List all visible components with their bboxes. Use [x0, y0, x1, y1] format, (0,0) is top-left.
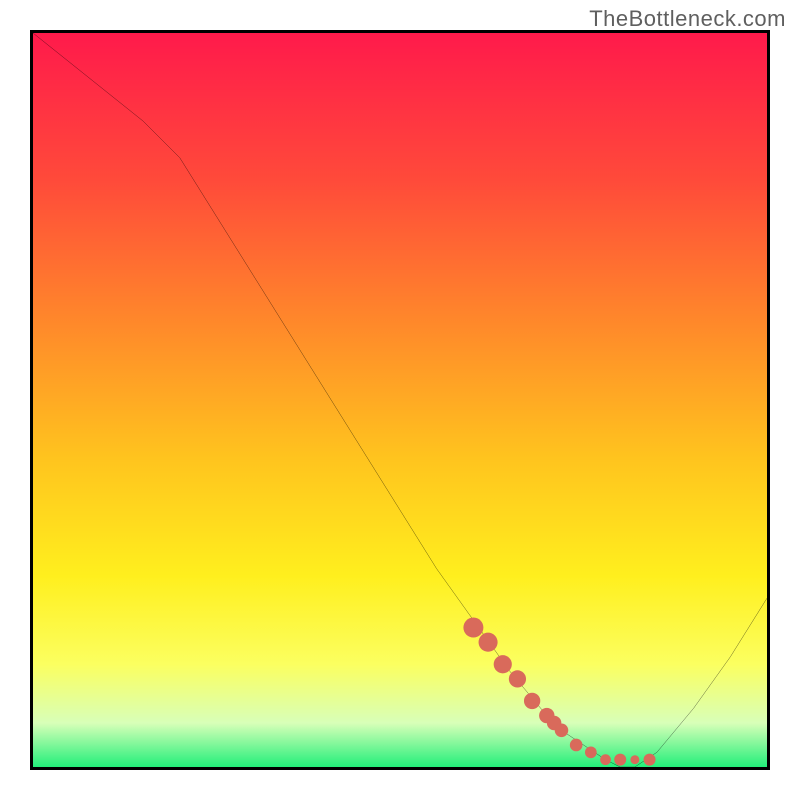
- plot-svg: [33, 33, 767, 767]
- marker-dot: [524, 693, 540, 709]
- marker-dot: [555, 724, 569, 738]
- marker-dot: [600, 754, 611, 765]
- watermark-text: TheBottleneck.com: [589, 6, 786, 32]
- marker-dot: [614, 754, 626, 766]
- plot-area: [30, 30, 770, 770]
- marker-dot: [630, 755, 639, 764]
- marker-dot: [644, 754, 656, 766]
- chart-frame: TheBottleneck.com: [0, 0, 800, 800]
- marker-dot: [463, 618, 483, 638]
- marker-dot: [570, 739, 583, 752]
- marker-dot: [509, 670, 526, 687]
- marker-dot: [479, 633, 498, 652]
- marker-dot: [494, 655, 512, 673]
- background-gradient: [33, 33, 767, 767]
- marker-dot: [585, 746, 597, 758]
